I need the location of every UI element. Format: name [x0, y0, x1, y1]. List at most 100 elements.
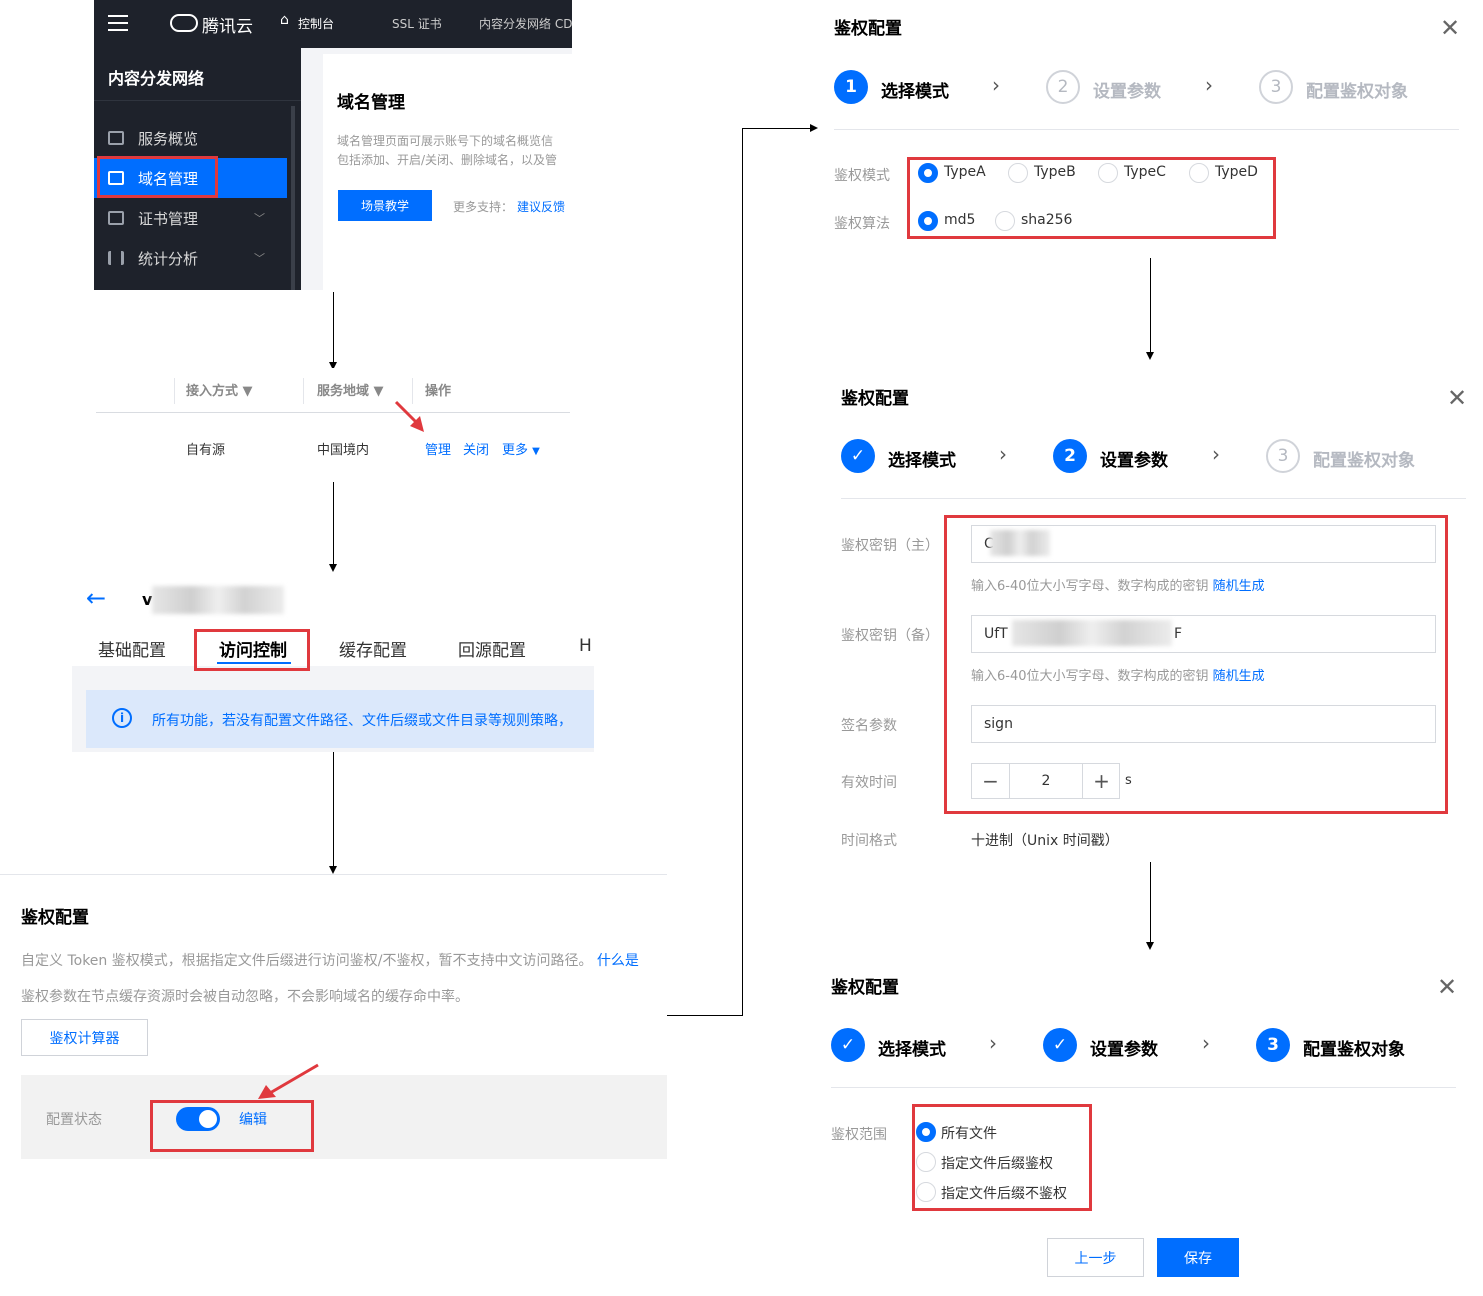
close-icon[interactable]: ✕ — [1437, 973, 1457, 1001]
sidebar-item-statistics[interactable]: 统计分析 ﹀ — [94, 238, 287, 278]
column-header-region[interactable]: 服务地域 ▼ — [317, 380, 384, 399]
back-arrow-icon[interactable]: ← — [86, 584, 106, 612]
auth-scope-label: 鉴权范围 — [831, 1127, 887, 1143]
caret-down-icon: ▼ — [532, 446, 540, 457]
step-2-check-icon: ✓ — [1043, 1028, 1077, 1062]
step-2-label: 设置参数 — [1100, 451, 1168, 471]
flow-arrow-line — [1150, 258, 1151, 352]
menu-icon[interactable] — [108, 15, 128, 31]
auth-config-section: 鉴权配置 自定义 Token 鉴权模式，根据指定文件后缀进行访问鉴权/不鉴权，暂… — [0, 874, 667, 1164]
close-icon[interactable]: ✕ — [1447, 384, 1467, 412]
divider — [841, 498, 1466, 499]
flow-arrow-line — [333, 482, 334, 564]
chevron-right-icon: › — [1205, 73, 1213, 97]
pointer-arrow-icon — [394, 400, 424, 432]
auth-mode-label: 鉴权模式 — [834, 168, 890, 184]
manage-link[interactable]: 管理 — [425, 439, 451, 458]
scrollbar[interactable] — [291, 106, 295, 290]
feedback-link[interactable]: 建议反馈 — [517, 198, 565, 215]
highlight-box — [194, 629, 310, 671]
tutorial-button[interactable]: 场景教学 — [338, 190, 432, 221]
column-header-access[interactable]: 接入方式 ▼ — [186, 380, 253, 399]
divider — [96, 412, 570, 413]
page-desc-line2: 包括添加、开启/关闭、删除域名，以及管 — [337, 153, 558, 167]
filter-icon[interactable]: ▼ — [243, 384, 253, 399]
divider — [834, 129, 1459, 130]
sidebar-item-label: 服务概览 — [138, 129, 199, 148]
step-3-icon: 3 — [1259, 70, 1293, 104]
certificate-icon — [108, 211, 124, 225]
flow-arrow-line — [742, 128, 810, 129]
home-icon: ⌂ — [280, 12, 289, 28]
flow-arrow-line — [667, 1015, 743, 1016]
divider — [831, 1087, 1456, 1088]
step-2-icon: 2 — [1053, 439, 1087, 473]
ttl-label: 有效时间 — [841, 775, 897, 791]
chevron-right-icon: › — [1212, 442, 1220, 466]
config-status-label: 配置状态 — [46, 1112, 102, 1128]
step-1-check-icon: ✓ — [831, 1028, 865, 1062]
step-2-icon: 2 — [1046, 70, 1080, 104]
filter-icon[interactable]: ▼ — [374, 384, 384, 399]
step-3-label: 配置鉴权对象 — [1303, 1040, 1405, 1060]
step-1-check-icon: ✓ — [841, 439, 875, 473]
step-2-label: 设置参数 — [1093, 82, 1161, 102]
tab-https[interactable]: H — [579, 636, 592, 656]
tab-cache[interactable]: 缓存配置 — [339, 636, 407, 661]
arrow-down-icon — [329, 564, 337, 572]
more-link[interactable]: 更多 ▼ — [502, 439, 540, 458]
auth-calculator-button[interactable]: 鉴权计算器 — [21, 1019, 148, 1056]
dialog-title: 鉴权配置 — [834, 19, 902, 39]
highlight-box — [944, 515, 1448, 814]
info-icon: i — [112, 708, 132, 728]
chevron-right-icon: › — [999, 442, 1007, 466]
step-1-label: 选择模式 — [881, 82, 949, 102]
top-nav-bar: 腾讯云 ⌂ 控制台 SSL 证书 内容分发网络 CD — [94, 0, 572, 48]
info-notice: i 所有功能，若没有配置文件路径、文件后缀或文件目录等规则策略， — [86, 690, 594, 748]
sidebar-item-overview[interactable]: 服务概览 — [94, 118, 287, 158]
what-is-link[interactable]: 什么是 — [597, 953, 639, 969]
notice-text: 所有功能，若没有配置文件路径、文件后缀或文件目录等规则策略， — [152, 713, 572, 729]
chevron-right-icon: › — [992, 73, 1000, 97]
auth-algo-label: 鉴权算法 — [834, 216, 890, 232]
cloud-logo-icon — [170, 14, 198, 32]
nav-ssl[interactable]: SSL 证书 — [392, 15, 442, 32]
close-link[interactable]: 关闭 — [463, 439, 489, 458]
domain-name: v — [142, 590, 153, 609]
arrow-down-icon — [1146, 352, 1154, 360]
column-header-actions: 操作 — [425, 384, 452, 399]
prev-step-button[interactable]: 上一步 — [1047, 1238, 1144, 1277]
cell-region: 中国境内 — [317, 443, 370, 458]
chevron-right-icon: › — [989, 1031, 997, 1055]
close-icon[interactable]: ✕ — [1440, 14, 1460, 42]
tab-origin[interactable]: 回源配置 — [458, 636, 526, 661]
step-3-label: 配置鉴权对象 — [1306, 82, 1408, 102]
step-3-label: 配置鉴权对象 — [1313, 451, 1415, 471]
console-screenshot: 腾讯云 ⌂ 控制台 SSL 证书 内容分发网络 CD 内容分发网络 服务概览 域… — [94, 0, 572, 290]
arrow-down-icon — [329, 866, 337, 874]
primary-key-label: 鉴权密钥（主） — [841, 538, 939, 554]
flow-arrow-line — [333, 292, 334, 362]
time-format-label: 时间格式 — [841, 833, 897, 849]
highlight-box — [97, 156, 218, 198]
flow-arrow-line — [333, 752, 334, 866]
arrow-down-icon — [1146, 942, 1154, 950]
section-title: 鉴权配置 — [21, 908, 89, 928]
domain-detail-snippet: ← v 基础配置 访问控制 缓存配置 回源配置 H i 所有功能，若没有配置文件… — [72, 580, 594, 752]
step-2-label: 设置参数 — [1090, 1040, 1158, 1060]
save-button[interactable]: 保存 — [1157, 1238, 1239, 1277]
arrow-right-icon — [810, 124, 818, 132]
nav-cdn[interactable]: 内容分发网络 CD — [479, 15, 572, 32]
highlight-box — [150, 1100, 314, 1152]
tab-basic[interactable]: 基础配置 — [98, 636, 166, 661]
divider — [303, 378, 304, 404]
page-desc-line1: 域名管理页面可展示账号下的域名概览信 — [337, 134, 554, 148]
intro-card: 域名管理 域名管理页面可展示账号下的域名概览信 包括添加、开启/关闭、删除域名，… — [323, 54, 572, 290]
sidebar-item-certificates[interactable]: 证书管理 ﹀ — [94, 198, 287, 238]
brand-name[interactable]: 腾讯云 — [202, 12, 253, 37]
sidebar-title: 内容分发网络 — [108, 69, 205, 88]
section-desc-1: 自定义 Token 鉴权模式，根据指定文件后缀进行访问鉴权/不鉴权，暂不支持中文… — [21, 953, 639, 969]
step-3-icon: 3 — [1266, 439, 1300, 473]
console-link[interactable]: 控制台 — [298, 15, 334, 32]
pointer-arrow-icon — [258, 1063, 319, 1099]
